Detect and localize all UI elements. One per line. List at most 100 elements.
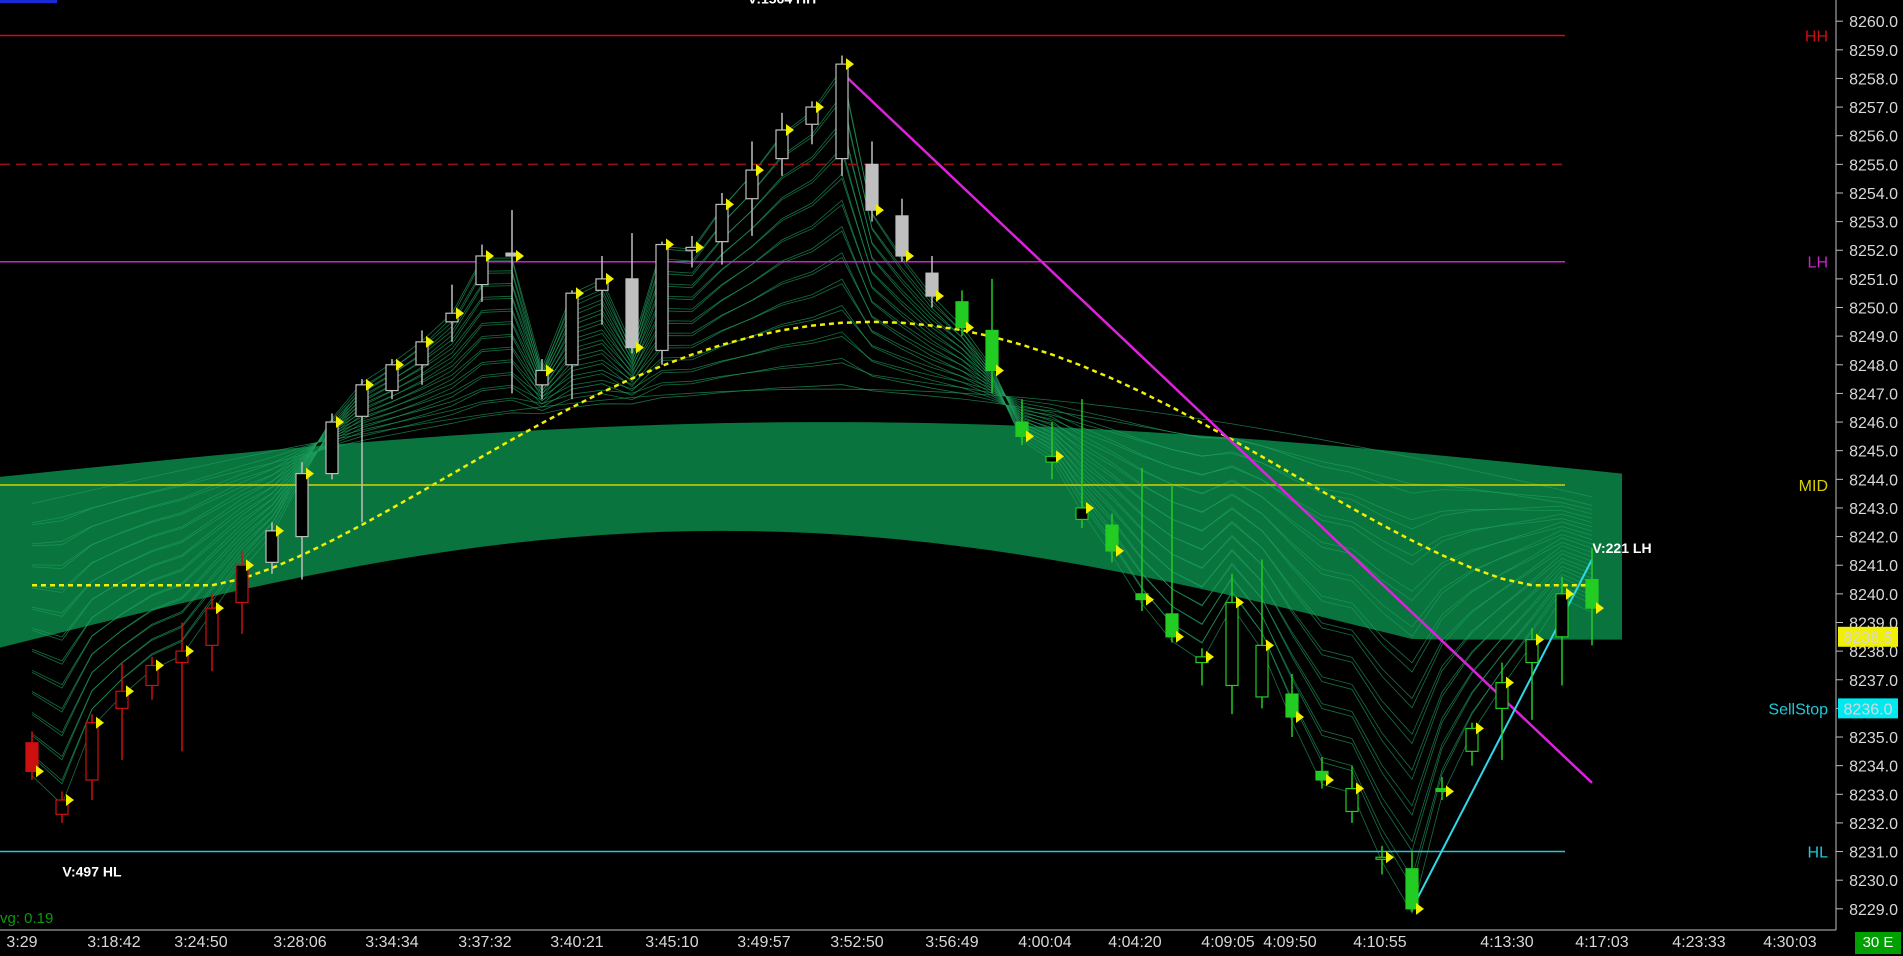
close-marker — [576, 287, 584, 300]
close-marker — [876, 204, 884, 217]
x-tick-label: 3:40:21 — [550, 934, 603, 951]
close-marker — [186, 645, 194, 658]
close-marker — [1206, 650, 1214, 663]
y-tick-label: 8231.0 — [1849, 845, 1898, 862]
candle-body[interactable] — [295, 472, 309, 538]
x-tick-label: 3:34:34 — [365, 934, 418, 951]
close-marker — [1446, 785, 1454, 798]
candle-body[interactable] — [325, 421, 339, 475]
y-tick-label: 8242.0 — [1849, 530, 1898, 547]
close-marker — [726, 198, 734, 211]
y-tick-label: 8230.0 — [1849, 873, 1898, 890]
y-tick-label: 8246.0 — [1849, 415, 1898, 432]
candle-body[interactable] — [865, 163, 879, 211]
x-tick-label: 4:10:55 — [1353, 934, 1406, 951]
x-tick-label: 4:17:03 — [1575, 934, 1628, 951]
y-tick-label: 8232.0 — [1849, 816, 1898, 833]
y-tick-label: 8245.0 — [1849, 444, 1898, 461]
x-tick-label: 3:52:50 — [830, 934, 883, 951]
candle-body[interactable] — [1555, 593, 1569, 638]
y-tick-label: 8240.0 — [1849, 587, 1898, 604]
y-tick-label: 8252.0 — [1849, 243, 1898, 260]
x-tick-label: 3:28:06 — [273, 934, 326, 951]
y-tick-label: 8229.0 — [1849, 902, 1898, 919]
close-marker — [756, 164, 764, 177]
volume-annotation: V:497 HL — [62, 864, 122, 880]
x-tick-label: 3:29 — [6, 934, 37, 951]
close-marker — [156, 659, 164, 672]
close-marker — [996, 364, 1004, 377]
level-label-hh: HH — [1805, 28, 1828, 45]
y-tick-label: 8235.0 — [1849, 730, 1898, 747]
volume-annotation: V:221 LH — [1592, 540, 1651, 556]
close-marker — [546, 364, 554, 377]
close-marker — [1416, 902, 1424, 915]
y-tick-label: 8250.0 — [1849, 301, 1898, 318]
close-marker — [1296, 710, 1304, 723]
level-label-mid: MID — [1799, 478, 1828, 495]
x-tick-label: 4:30:03 — [1763, 934, 1816, 951]
y-tick-label: 8243.0 — [1849, 501, 1898, 518]
candle-body[interactable] — [1405, 868, 1419, 910]
candle-body[interactable] — [1255, 644, 1269, 698]
volume-annotation: V:1564 HH — [748, 0, 816, 6]
price-chart-svg[interactable]: HH LH MID HL V:1564 HH V:221 LH V:497 HL 8229.0… — [0, 0, 1903, 956]
level-label-hl: HL — [1808, 845, 1829, 862]
y-tick-label: 8247.0 — [1849, 386, 1898, 403]
trading-chart[interactable]: HH LH MID HL V:1564 HH V:221 LH V:497 HL 8229.0… — [0, 0, 1903, 956]
close-marker — [1506, 676, 1514, 689]
close-marker — [516, 249, 524, 262]
candle-body[interactable] — [655, 243, 669, 352]
y-tick-label: 8258.0 — [1849, 71, 1898, 88]
x-tick-label: 4:23:33 — [1672, 934, 1725, 951]
close-marker — [666, 238, 674, 251]
timeframe-badge[interactable]: 30 E — [1855, 932, 1901, 954]
x-tick-label: 3:56:49 — [925, 934, 978, 951]
y-tick-label: 8241.0 — [1849, 558, 1898, 575]
close-marker — [1146, 593, 1154, 606]
y-tick-label: 8248.0 — [1849, 358, 1898, 375]
y-tick-label: 8259.0 — [1849, 43, 1898, 60]
close-marker — [606, 272, 614, 285]
candle-body[interactable] — [895, 215, 909, 257]
x-tick-label: 3:49:57 — [737, 934, 790, 951]
y-tick-label: 8257.0 — [1849, 100, 1898, 117]
close-marker — [216, 602, 224, 615]
x-tick-label: 4:04:20 — [1108, 934, 1161, 951]
y-tick-label: 8260.0 — [1849, 14, 1898, 31]
candle-body[interactable] — [835, 63, 849, 160]
y-tick-label: 8255.0 — [1849, 157, 1898, 174]
close-marker — [906, 249, 914, 262]
candle-body[interactable] — [625, 278, 639, 349]
y-tick-label: 8253.0 — [1849, 215, 1898, 232]
close-marker — [1476, 722, 1484, 735]
x-tick-label: 4:00:04 — [1018, 934, 1071, 951]
close-marker — [1326, 773, 1334, 786]
close-marker — [1386, 851, 1394, 864]
y-tick-label: 8254.0 — [1849, 186, 1898, 203]
close-marker — [846, 58, 854, 71]
price-badge-text: 8236.0 — [1844, 701, 1893, 718]
y-tick-label: 8244.0 — [1849, 472, 1898, 489]
close-marker — [1356, 782, 1364, 795]
candle-body[interactable] — [985, 329, 999, 372]
y-tick-label: 8256.0 — [1849, 129, 1898, 146]
x-tick-label: 3:37:32 — [458, 934, 511, 951]
sellstop-label: SellStop — [1768, 701, 1828, 718]
average-label: vg: 0.19 — [0, 910, 54, 927]
close-marker — [1176, 630, 1184, 643]
x-tick-label: 4:09:50 — [1263, 934, 1316, 951]
x-tick-label: 4:09:05 — [1201, 934, 1254, 951]
y-tick-label: 8237.0 — [1849, 673, 1898, 690]
candle-body[interactable] — [565, 292, 579, 366]
x-tick-label: 4:13:30 — [1480, 934, 1533, 951]
y-tick-label: 8233.0 — [1849, 787, 1898, 804]
y-tick-label: 8234.0 — [1849, 759, 1898, 776]
candle-body[interactable] — [1225, 601, 1239, 687]
close-marker — [36, 765, 44, 778]
y-tick-label: 8249.0 — [1849, 329, 1898, 346]
x-tick-label: 3:18:42 — [87, 934, 140, 951]
close-marker — [126, 685, 134, 698]
close-marker — [66, 794, 74, 807]
candle-body[interactable] — [85, 722, 99, 781]
